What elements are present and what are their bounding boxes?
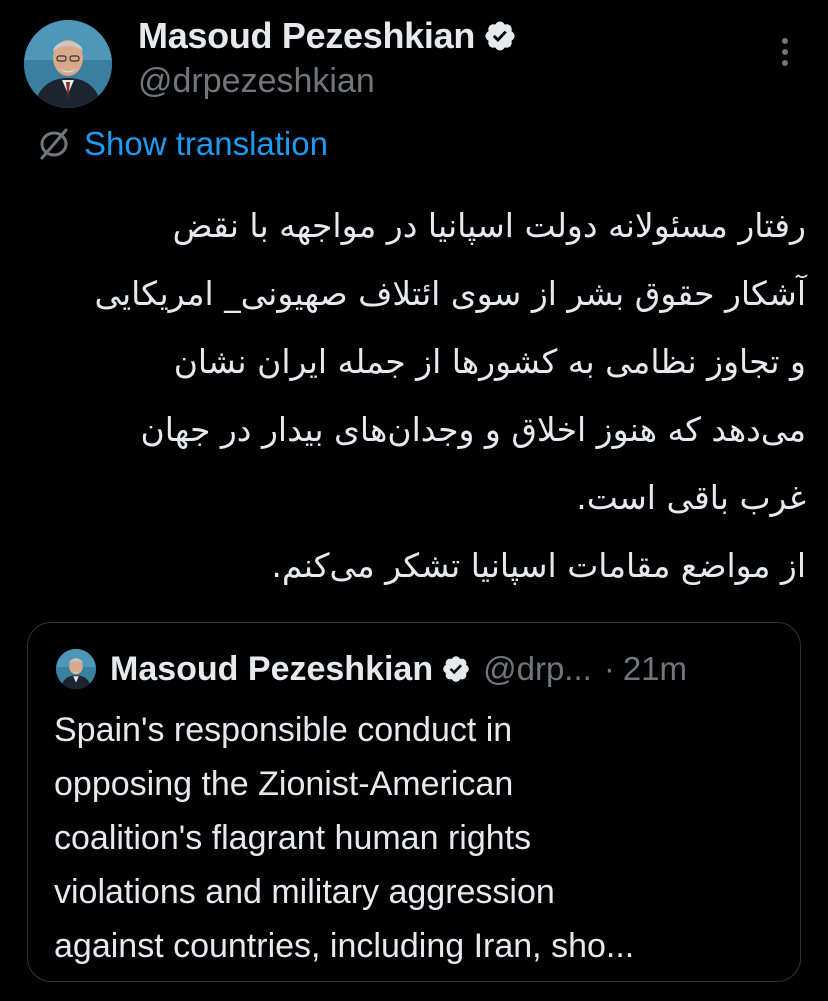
tweet-text-line: آشکار حقوق بشر از سوی ائتلاف صهیونی_ امر…: [94, 274, 806, 313]
verified-badge-icon: [483, 19, 517, 53]
quoted-tweet-timestamp: 21m: [622, 650, 688, 687]
author-display-name[interactable]: Masoud Pezeshkian: [138, 15, 475, 57]
quoted-tweet-text-line: violations and military aggression: [54, 873, 555, 911]
quoted-tweet-header: Masoud Pezeshkian @drp... · 21m: [56, 647, 687, 691]
tweet-text-line: می‌دهد که هنوز اخلاق و وجدان‌های بیدار د…: [140, 410, 806, 449]
quoted-author-handle: @drp...: [483, 650, 592, 687]
tweet-text-line: و تجاوز نظامی به کشورها از جمله ایران نش…: [173, 342, 806, 381]
verified-badge-icon: [441, 654, 471, 684]
profile-photo-avatar: [24, 20, 112, 108]
quoted-author-display-name: Masoud Pezeshkian: [110, 649, 434, 688]
tweet-text: رفتار مسئولانه دولت اسپانیا در مواجهه با…: [30, 192, 806, 600]
profile-photo-avatar: [56, 649, 96, 689]
author-name-row[interactable]: Masoud Pezeshkian: [138, 14, 517, 58]
quoted-tweet-text-line: Spain's responsible conduct in: [54, 711, 513, 749]
quoted-tweet-card[interactable]: Masoud Pezeshkian @drp... · 21m Spain's …: [27, 622, 801, 982]
author-handle[interactable]: @drpezeshkian: [138, 62, 375, 101]
tweet-text-line: غرب باقی است.: [576, 478, 806, 517]
author-avatar[interactable]: [24, 20, 112, 108]
quoted-tweet-text-line: against countries, including Iran, sho..…: [54, 927, 635, 965]
show-translation-label[interactable]: Show translation: [84, 125, 328, 163]
quoted-tweet-text-line: opposing the Zionist-American: [54, 765, 514, 803]
quoted-tweet-text: Spain's responsible conduct in opposing …: [54, 703, 784, 973]
show-translation-button[interactable]: Show translation: [36, 120, 328, 168]
quoted-tweet-text-line: coalition's flagrant human rights: [54, 819, 532, 857]
quoted-author-avatar: [56, 649, 96, 689]
tweet-text-line: از مواضع مقامات اسپانیا تشکر می‌کنم.: [271, 546, 806, 585]
more-options-button[interactable]: [770, 32, 800, 72]
vertical-ellipsis-icon: [782, 38, 788, 66]
dot-separator: ·: [603, 650, 615, 687]
tweet-text-line: رفتار مسئولانه دولت اسپانیا در مواجهه با…: [172, 206, 806, 245]
translate-icon: [36, 126, 72, 162]
